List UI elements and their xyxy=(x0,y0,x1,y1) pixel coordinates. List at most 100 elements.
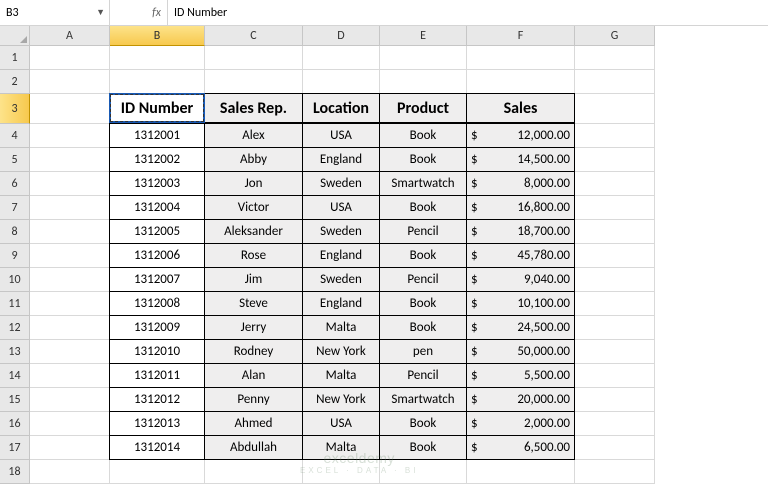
empty-cell[interactable] xyxy=(30,292,110,316)
cell-sales[interactable]: $5,500.00 xyxy=(466,363,575,388)
empty-cell[interactable] xyxy=(380,46,467,70)
cell-id[interactable]: 1312008 xyxy=(109,291,205,316)
cell-rep[interactable]: Rodney xyxy=(204,339,303,364)
empty-cell[interactable] xyxy=(205,460,303,484)
cell-sales[interactable]: $24,500.00 xyxy=(466,315,575,340)
cell-rep[interactable]: Alex xyxy=(204,123,303,148)
cell-sales[interactable]: $16,800.00 xyxy=(466,195,575,220)
cell-prod[interactable]: Pencil xyxy=(379,267,467,292)
cell-prod[interactable]: Book xyxy=(379,123,467,148)
cell-id[interactable]: 1312014 xyxy=(109,435,205,460)
cell-id[interactable]: 1312005 xyxy=(109,219,205,244)
cell-sales[interactable]: $8,000.00 xyxy=(466,171,575,196)
row-header-17[interactable]: 17 xyxy=(0,436,30,460)
select-all-corner[interactable] xyxy=(0,26,30,46)
empty-cell[interactable] xyxy=(30,220,110,244)
formula-input[interactable]: ID Number xyxy=(168,0,768,25)
column-header-E[interactable]: E xyxy=(380,26,467,46)
empty-cell[interactable] xyxy=(575,340,655,364)
empty-cell[interactable] xyxy=(110,70,205,94)
header-prod[interactable]: Product xyxy=(379,93,467,123)
cell-rep[interactable]: Rose xyxy=(204,243,303,268)
empty-cell[interactable] xyxy=(30,172,110,196)
empty-cell[interactable] xyxy=(303,70,380,94)
empty-cell[interactable] xyxy=(380,460,467,484)
empty-cell[interactable] xyxy=(303,46,380,70)
cell-prod[interactable]: pen xyxy=(379,339,467,364)
empty-cell[interactable] xyxy=(30,124,110,148)
row-header-15[interactable]: 15 xyxy=(0,388,30,412)
row-header-11[interactable]: 11 xyxy=(0,292,30,316)
empty-cell[interactable] xyxy=(380,70,467,94)
cell-loc[interactable]: England xyxy=(302,291,380,316)
cell-loc[interactable]: Sweden xyxy=(302,171,380,196)
cell-loc[interactable]: New York xyxy=(302,387,380,412)
cell-sales[interactable]: $45,780.00 xyxy=(466,243,575,268)
empty-cell[interactable] xyxy=(30,364,110,388)
cell-sales[interactable]: $14,500.00 xyxy=(466,147,575,172)
column-header-F[interactable]: F xyxy=(467,26,575,46)
row-header-12[interactable]: 12 xyxy=(0,316,30,340)
cell-loc[interactable]: USA xyxy=(302,411,380,436)
cell-rep[interactable]: Ahmed xyxy=(204,411,303,436)
cell-loc[interactable]: Sweden xyxy=(302,219,380,244)
cell-id[interactable]: 1312007 xyxy=(109,267,205,292)
column-header-G[interactable]: G xyxy=(575,26,655,46)
row-header-18[interactable]: 18 xyxy=(0,460,30,484)
cell-id[interactable]: 1312013 xyxy=(109,411,205,436)
cell-id[interactable]: 1312010 xyxy=(109,339,205,364)
chevron-down-icon[interactable]: ▼ xyxy=(96,7,105,18)
empty-cell[interactable] xyxy=(575,220,655,244)
empty-cell[interactable] xyxy=(30,460,110,484)
empty-cell[interactable] xyxy=(575,94,655,124)
row-header-10[interactable]: 10 xyxy=(0,268,30,292)
column-header-B[interactable]: B xyxy=(110,26,205,46)
cell-sales[interactable]: $20,000.00 xyxy=(466,387,575,412)
cell-rep[interactable]: Aleksander xyxy=(204,219,303,244)
row-header-7[interactable]: 7 xyxy=(0,196,30,220)
empty-cell[interactable] xyxy=(575,436,655,460)
empty-cell[interactable] xyxy=(205,70,303,94)
cell-sales[interactable]: $10,100.00 xyxy=(466,291,575,316)
header-sales[interactable]: Sales xyxy=(466,93,575,123)
empty-cell[interactable] xyxy=(30,244,110,268)
empty-cell[interactable] xyxy=(575,244,655,268)
empty-cell[interactable] xyxy=(575,412,655,436)
row-header-13[interactable]: 13 xyxy=(0,340,30,364)
empty-cell[interactable] xyxy=(467,46,575,70)
row-header-1[interactable]: 1 xyxy=(0,46,30,70)
cell-prod[interactable]: Book xyxy=(379,411,467,436)
header-rep[interactable]: Sales Rep. xyxy=(204,93,303,123)
cell-id[interactable]: 1312004 xyxy=(109,195,205,220)
column-header-D[interactable]: D xyxy=(303,26,380,46)
cell-loc[interactable]: Malta xyxy=(302,435,380,460)
cell-id[interactable]: 1312006 xyxy=(109,243,205,268)
cell-loc[interactable]: USA xyxy=(302,195,380,220)
empty-cell[interactable] xyxy=(30,412,110,436)
row-header-2[interactable]: 2 xyxy=(0,70,30,94)
cell-loc[interactable]: Sweden xyxy=(302,267,380,292)
empty-cell[interactable] xyxy=(575,148,655,172)
cell-sales[interactable]: $18,700.00 xyxy=(466,219,575,244)
empty-cell[interactable] xyxy=(30,388,110,412)
row-header-8[interactable]: 8 xyxy=(0,220,30,244)
fx-icon[interactable]: fx xyxy=(110,0,168,25)
empty-cell[interactable] xyxy=(575,124,655,148)
cell-sales[interactable]: $2,000.00 xyxy=(466,411,575,436)
empty-cell[interactable] xyxy=(575,292,655,316)
empty-cell[interactable] xyxy=(110,460,205,484)
cell-prod[interactable]: Smartwatch xyxy=(379,387,467,412)
empty-cell[interactable] xyxy=(575,172,655,196)
cell-id[interactable]: 1312002 xyxy=(109,147,205,172)
empty-cell[interactable] xyxy=(30,46,110,70)
row-header-9[interactable]: 9 xyxy=(0,244,30,268)
cell-rep[interactable]: Jim xyxy=(204,267,303,292)
spreadsheet-grid[interactable]: ABCDEFG123ID NumberSales Rep.LocationPro… xyxy=(0,26,768,484)
name-box[interactable]: B3 ▼ xyxy=(0,0,110,25)
cell-rep[interactable]: Steve xyxy=(204,291,303,316)
cell-prod[interactable]: Book xyxy=(379,243,467,268)
cell-rep[interactable]: Alan xyxy=(204,363,303,388)
row-header-16[interactable]: 16 xyxy=(0,412,30,436)
cell-id[interactable]: 1312003 xyxy=(109,171,205,196)
row-header-6[interactable]: 6 xyxy=(0,172,30,196)
